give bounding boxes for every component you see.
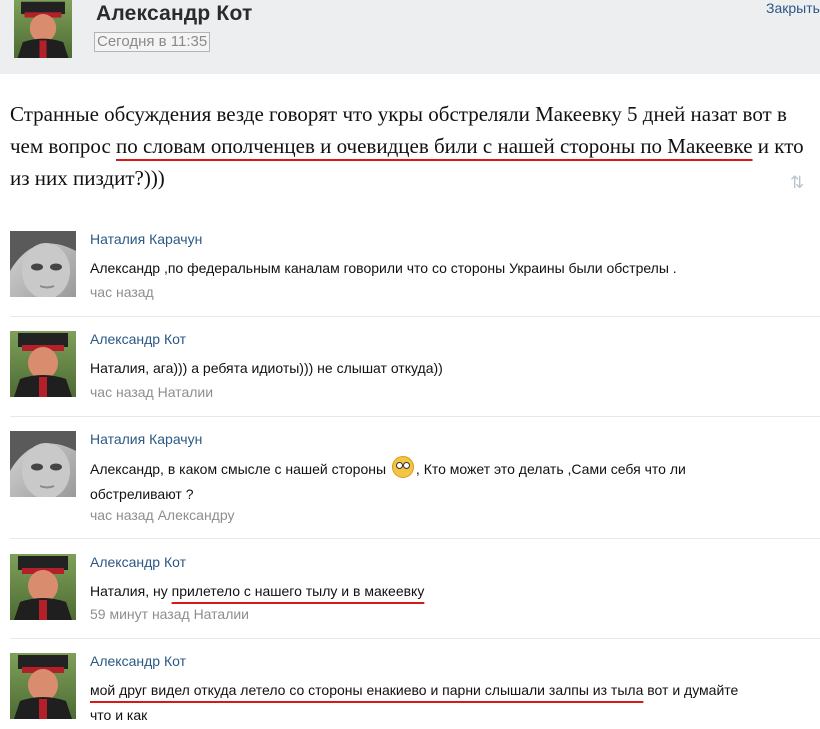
comment-divider — [10, 638, 820, 639]
comment-author[interactable]: Наталия Карачун — [90, 231, 202, 247]
sort-arrows-icon[interactable]: ⇅ — [790, 173, 804, 193]
post-timestamp[interactable]: Сегодня в 11:35 — [94, 32, 211, 52]
comment-meta[interactable]: час назад Наталии — [90, 384, 213, 400]
comment-text: Наталия, ага))) а ребята идиоты))) не сл… — [90, 360, 443, 376]
comment-author[interactable]: Александр Кот — [90, 331, 186, 347]
comment-divider — [10, 416, 820, 417]
comment-text: Александр ,по федеральным каналам говори… — [90, 260, 677, 276]
comment-text: Наталия, ну прилетело с нашего тылу и в … — [90, 579, 770, 604]
comment-text-start: Александр, в каком смысле с нашей сторон… — [90, 461, 390, 477]
commenter-avatar[interactable] — [10, 331, 76, 397]
flushed-face-emoji-icon — [391, 456, 414, 478]
comment-divider — [10, 538, 820, 539]
comment-meta[interactable]: час назад Александру — [90, 507, 234, 523]
post-header: Александр Кот Сегодня в 11:35 Закрыть — [0, 0, 820, 74]
post-text-underlined: по словам ополченцев и очевидцев били с … — [116, 134, 753, 158]
close-link[interactable]: Закрыть — [766, 0, 820, 16]
comment-text-plain: Наталия, ну — [90, 583, 172, 599]
post-author-name[interactable]: Александр Кот — [96, 2, 252, 26]
commenter-avatar[interactable] — [10, 554, 76, 620]
author-avatar[interactable] — [10, 0, 76, 66]
comment-author[interactable]: Александр Кот — [90, 653, 186, 669]
comment-text-underlined: прилетело с нашего тылу и в макеевку — [171, 583, 425, 599]
commenter-avatar[interactable] — [10, 431, 76, 497]
commenter-avatar[interactable] — [10, 653, 76, 719]
comment-text-underlined: мой друг видел откуда летело со стороны … — [90, 682, 644, 698]
comment-meta[interactable]: 59 минут назад Наталии — [90, 606, 249, 622]
comment-author[interactable]: Наталия Карачун — [90, 431, 202, 447]
comment-text: мой друг видел откуда летело со стороны … — [90, 678, 740, 728]
commenter-avatar[interactable] — [10, 231, 76, 297]
post-text: Странные обсуждения везде говорят что ук… — [10, 98, 820, 194]
comment-divider — [10, 316, 820, 317]
comment-text: Александр, в каком смысле с нашей сторон… — [90, 456, 720, 507]
comment-meta[interactable]: час назад — [90, 284, 154, 300]
comment-author[interactable]: Александр Кот — [90, 554, 186, 570]
